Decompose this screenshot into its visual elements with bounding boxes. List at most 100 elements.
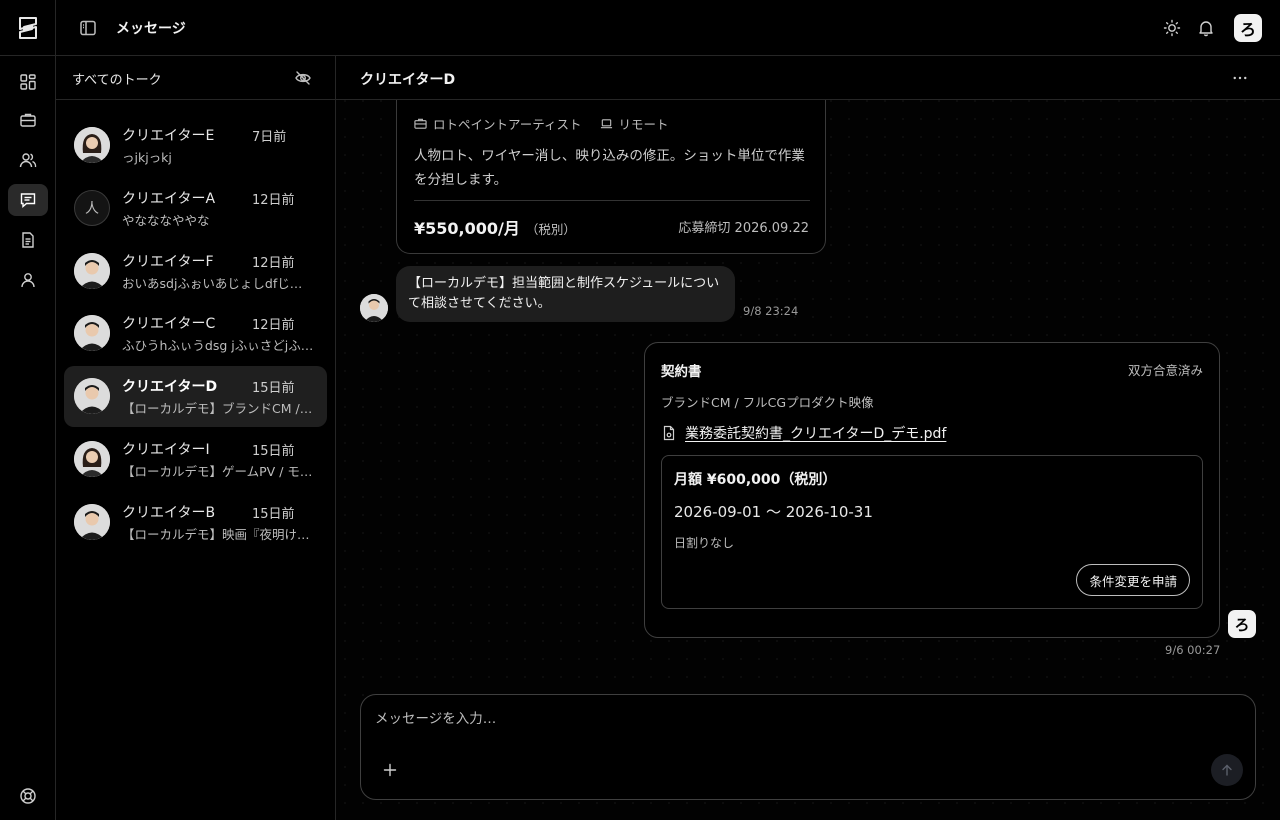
conversation-name: クリエイターA	[122, 190, 216, 207]
conversation-item[interactable]: クリエイターC 12日前ふひうhふぃうdsg jふぃさどjふ…	[64, 303, 327, 364]
job-price-value: ¥550,000/月	[414, 219, 520, 238]
contract-project: ブランドCM / フルCGプロダクト映像	[661, 395, 874, 410]
conversation-name: クリエイターI	[122, 442, 210, 458]
nav-documents[interactable]	[8, 224, 48, 256]
attach-button[interactable]	[381, 761, 399, 779]
theme-toggle-icon[interactable]	[1162, 18, 1182, 38]
sidebar-toggle-icon[interactable]	[79, 19, 97, 37]
job-tags: ロトペイントアーティスト リモート	[414, 114, 669, 133]
message-composer	[360, 694, 1256, 800]
job-location: リモート	[618, 117, 669, 132]
account-avatar[interactable]: ろ	[1234, 14, 1262, 42]
job-deadline: 応募締切 2026.09.22	[678, 221, 809, 236]
nav-creators[interactable]	[8, 144, 48, 176]
conversation-time: 7日前	[252, 130, 287, 145]
avatar	[74, 441, 110, 477]
contract-timestamp: 9/6 00:27	[1165, 643, 1221, 657]
conversation-preview: 【ローカルデモ】ブランドCM / フ…	[122, 401, 314, 417]
contract-note: 日割りなし	[674, 536, 735, 550]
conversation-name: クリエイターB	[122, 504, 216, 521]
contract-period: 2026-09-01 〜 2026-10-31	[674, 503, 873, 521]
notification-bell-icon[interactable]	[1196, 18, 1216, 38]
page-title: メッセージ	[116, 21, 186, 37]
job-divider	[414, 200, 810, 201]
nav-jobs[interactable]	[8, 104, 48, 136]
header-divider	[55, 0, 56, 56]
conversation-list-pane: すべてのトーク クリエイターE 7日前 っjkjっkj 人クリエイターA 12日前 やなな…	[56, 56, 336, 820]
top-bar: メッセージ ろ	[0, 0, 1280, 56]
conversation-item[interactable]: クリエイターB 15日前【ローカルデモ】映画『夜明けの…	[64, 492, 327, 553]
help-icon	[19, 787, 37, 805]
conversation-preview: やなななややな	[122, 212, 210, 228]
document-icon	[19, 231, 37, 249]
conversation-list-header: すべてのトーク	[56, 56, 336, 100]
conversation-name: クリエイターF	[122, 253, 214, 270]
avatar: 人	[74, 189, 110, 226]
briefcase-icon	[414, 117, 427, 130]
more-options-button[interactable]	[1228, 68, 1252, 88]
job-description: 人物ロト、ワイヤー消し、映り込みの修正。ショット単位で作業を分担します。	[414, 148, 805, 188]
laptop-icon	[600, 117, 613, 130]
avatar	[74, 315, 110, 352]
conversation-time: 15日前	[252, 381, 295, 397]
conversation-item[interactable]: 人クリエイターA 12日前やなななややな	[64, 178, 327, 239]
incoming-message-bubble[interactable]: 【ローカルデモ】担当範囲と制作スケジュールについて相談させてください。	[396, 266, 735, 322]
more-horizontal-icon	[1233, 76, 1247, 80]
send-button[interactable]	[1211, 754, 1243, 786]
conversation-list-title: すべてのトーク	[72, 73, 162, 88]
nav-rail	[0, 56, 56, 820]
conversation-preview: 【ローカルデモ】ゲームPV / モー…	[122, 464, 314, 479]
conversation-preview: おいあsdjふぉいあじょしdfじゃ…	[122, 275, 314, 291]
conversation-time: 12日前	[252, 255, 295, 271]
user-icon	[19, 271, 37, 289]
conversation-preview: っjkjっkj	[122, 150, 172, 165]
nav-help[interactable]	[8, 780, 48, 812]
nav-messages[interactable]	[8, 184, 48, 216]
conversation-time: 12日前	[252, 318, 295, 334]
chat-title: クリエイターD	[360, 72, 456, 88]
nav-dashboard[interactable]	[8, 66, 48, 98]
conversation-item[interactable]: クリエイターE 7日前っjkjっkj	[64, 115, 327, 176]
conversation-name: クリエイターE	[122, 128, 215, 144]
contract-card: 契約書 双方合意済み ブランドCM / フルCGプロダクト映像 業務委託契約書_…	[644, 342, 1220, 638]
job-role-tag: ロトペイントアーティスト	[414, 114, 582, 133]
conversation-name: クリエイターC	[122, 316, 216, 333]
chat-pane: クリエイターD ロトペイントアーティスト リモート 人物ロト、ワイヤー消し、映り…	[336, 56, 1280, 820]
conversation-preview: 【ローカルデモ】映画『夜明けの…	[122, 526, 314, 542]
sender-avatar[interactable]	[360, 294, 388, 322]
pdf-file-icon	[661, 425, 677, 441]
chat-header: クリエイターD	[336, 56, 1280, 100]
contract-status-badge: 双方合意済み	[1127, 363, 1203, 378]
arrow-up-icon	[1220, 763, 1234, 777]
conversation-time: 15日前	[252, 444, 295, 459]
dashboard-icon	[19, 73, 37, 91]
conversation-name: クリエイターD	[122, 379, 218, 396]
briefcase-icon	[19, 111, 37, 129]
eye-off-icon[interactable]	[294, 69, 312, 87]
conversation-time: 15日前	[252, 506, 295, 522]
contract-title: 契約書	[661, 364, 702, 380]
contract-amount: 月額 ¥600,000（税別）	[674, 472, 837, 488]
job-price: ¥550,000/月 （税別）	[414, 215, 576, 239]
message-input[interactable]	[375, 707, 1235, 731]
chat-icon	[19, 191, 37, 209]
contract-terms-box: 月額 ¥600,000（税別） 2026-09-01 〜 2026-10-31 …	[661, 455, 1203, 609]
conversation-preview: ふひうhふぃうdsg jふぃさどjふ…	[122, 338, 314, 354]
nav-profile[interactable]	[8, 264, 48, 296]
self-avatar: ろ	[1228, 610, 1256, 638]
users-icon	[19, 151, 37, 169]
conversation-time: 12日前	[252, 192, 295, 208]
avatar	[74, 127, 110, 163]
conversation-item[interactable]: クリエイターI 15日前【ローカルデモ】ゲームPV / モー…	[64, 429, 327, 490]
app-logo-icon[interactable]	[14, 14, 42, 42]
contract-file-name[interactable]: 業務委託契約書_クリエイターD_デモ.pdf	[685, 423, 946, 443]
request-change-button[interactable]: 条件変更を申請	[1076, 564, 1190, 596]
job-role: ロトペイントアーティスト	[433, 117, 582, 132]
contract-file-link[interactable]: 業務委託契約書_クリエイターD_デモ.pdf	[661, 423, 946, 443]
avatar	[74, 252, 110, 289]
job-location-tag: リモート	[600, 114, 669, 133]
conversation-item[interactable]: クリエイターD 15日前【ローカルデモ】ブランドCM / フ…	[64, 366, 327, 428]
app-root: メッセージ ろ すべてのトーク クリエイターE 7日前 っjkjっkj 人 クリ…	[0, 0, 1280, 820]
plus-icon	[381, 761, 399, 779]
conversation-item[interactable]: クリエイターF 12日前おいあsdjふぉいあじょしdfじゃ…	[64, 241, 327, 302]
